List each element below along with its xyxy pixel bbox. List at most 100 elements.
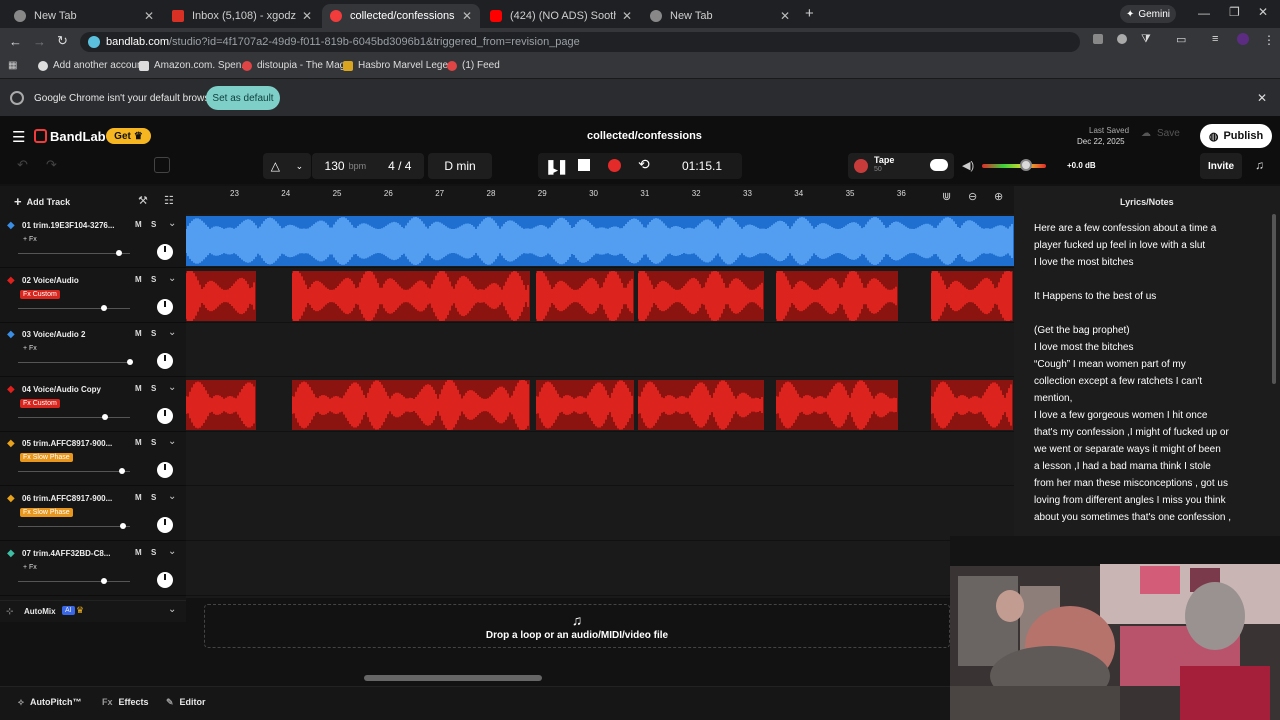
horizontal-scrollbar[interactable] (364, 675, 542, 681)
audio-clip[interactable] (930, 269, 1013, 322)
fader-knob[interactable] (127, 359, 133, 366)
zoom-in-icon[interactable]: ⊕ (994, 190, 1003, 203)
fader-knob[interactable] (119, 468, 126, 475)
close-icon[interactable]: ✕ (622, 9, 632, 23)
solo-button[interactable]: S (151, 220, 156, 229)
chevron-down-icon[interactable]: ⌄ (168, 604, 176, 615)
mute-button[interactable]: M (135, 438, 142, 447)
pan-knob[interactable] (157, 244, 173, 260)
solo-button[interactable]: S (151, 329, 156, 338)
chevron-down-icon[interactable]: ⌄ (168, 327, 176, 338)
fx-button[interactable]: + Fx (20, 563, 40, 572)
menu-kebab-icon[interactable]: ⋮ (1263, 33, 1275, 47)
media-icon[interactable]: ▭ (1176, 33, 1186, 46)
fader-knob[interactable] (102, 413, 109, 420)
track-lane[interactable] (185, 378, 1014, 432)
effects-button[interactable]: Fx Effects (102, 697, 149, 707)
stop-button[interactable] (578, 159, 590, 171)
solo-button[interactable]: S (151, 438, 156, 447)
extensions-puzzle-icon[interactable]: ⧩ (1141, 33, 1151, 46)
master-volume-knob[interactable] (1019, 159, 1032, 171)
undo-icon[interactable]: ↶ (17, 157, 28, 173)
fader-knob[interactable] (120, 523, 127, 529)
reading-list-icon[interactable]: ≡ (1212, 33, 1218, 45)
zoom-out-icon[interactable]: ⊖ (968, 190, 977, 203)
fader-knob[interactable] (101, 577, 108, 584)
close-icon[interactable]: ✕ (144, 9, 154, 23)
audio-clip[interactable] (775, 379, 898, 430)
lyrics-notes-panel[interactable]: Lyrics/Notes Here are a few confession a… (1014, 186, 1280, 536)
get-membership-button[interactable]: Get ♛ (106, 128, 151, 144)
maximize-icon[interactable]: ❐ (1229, 5, 1240, 19)
fx-button[interactable]: Fx Slow Phase (20, 508, 73, 517)
redo-icon[interactable]: ↷ (46, 157, 57, 173)
loop-icon[interactable]: ⟲ (638, 156, 650, 173)
close-icon[interactable]: ✕ (302, 9, 312, 23)
track-volume-fader[interactable] (18, 304, 130, 311)
metronome-control[interactable]: △ ⌄ (263, 153, 311, 179)
settings-sliders-icon[interactable]: ☷ (164, 194, 174, 207)
close-icon[interactable]: ✕ (780, 9, 790, 23)
extension-icon[interactable] (1093, 34, 1103, 44)
track-name[interactable]: 02 Voice/Audio (22, 276, 114, 285)
forward-icon[interactable]: → (33, 34, 46, 49)
fx-button[interactable]: + Fx (20, 235, 40, 244)
browser-tab[interactable]: (424) (NO ADS) Soothing D ✕ (482, 4, 640, 28)
pan-knob[interactable] (157, 517, 173, 533)
master-volume-slider[interactable] (982, 164, 1046, 168)
tape-control[interactable]: Tape 50 (848, 153, 954, 179)
browser-tab-active[interactable]: collected/confessions - Stu ✕ (322, 4, 480, 28)
add-track-button[interactable]: + Add Track (14, 194, 70, 209)
reload-icon[interactable]: ↻ (57, 33, 68, 49)
tape-toggle[interactable] (930, 159, 948, 171)
minimize-icon[interactable]: — (1198, 6, 1210, 20)
solo-button[interactable]: S (151, 493, 156, 502)
autopitch-button[interactable]: ⟡ AutoPitch™ (18, 697, 81, 708)
track-header[interactable]: ◆ 04 Voice/Audio Copy M S ⌄ Fx Custom (0, 378, 186, 432)
audio-clip[interactable] (291, 269, 530, 322)
solo-button[interactable]: S (151, 275, 156, 284)
tempo-timesig-control[interactable]: 130 bpm 4 / 4 (312, 153, 424, 179)
invite-button[interactable]: Invite (1200, 153, 1242, 179)
fx-button[interactable]: + Fx (20, 344, 40, 353)
track-lane[interactable] (186, 487, 1014, 541)
bookmark-item[interactable]: distoupia - The Mag... (242, 60, 354, 71)
chevron-down-icon[interactable]: ⌄ (168, 382, 176, 393)
chevron-down-icon[interactable]: ⌄ (168, 436, 176, 447)
track-lane[interactable] (186, 432, 1014, 487)
audio-clip[interactable] (637, 379, 764, 430)
fx-button[interactable]: Fx Custom (20, 398, 60, 408)
track-header[interactable]: ◆ 03 Voice/Audio 2 M S ⌄ + Fx (0, 323, 186, 378)
track-header[interactable]: ◆ 06 trim.AFFC8917-900... M S ⌄ Fx Slow Phase (0, 487, 186, 541)
key-selector[interactable]: D min (428, 153, 492, 179)
track-volume-fader[interactable] (18, 250, 130, 256)
pan-knob[interactable] (157, 462, 173, 479)
track-name[interactable]: 03 Voice/Audio 2 (22, 330, 114, 339)
gemini-button[interactable]: ✦ Gemini (1120, 5, 1176, 23)
bookmark-item[interactable]: (1) Feed (447, 60, 500, 71)
audio-clip[interactable] (637, 269, 764, 322)
speaker-icon[interactable]: ◀) (962, 159, 974, 172)
chevron-down-icon[interactable]: ⌄ (168, 218, 176, 229)
track-lane[interactable] (185, 214, 1014, 268)
publish-button[interactable]: ◍ Publish (1200, 124, 1272, 148)
time-signature[interactable]: 4 / 4 (388, 159, 411, 173)
back-icon[interactable]: ← (9, 34, 22, 49)
mute-button[interactable]: M (135, 548, 142, 557)
new-tab-button[interactable]: + (805, 5, 814, 22)
audio-clip[interactable] (185, 216, 1014, 266)
audio-clip[interactable] (775, 269, 898, 322)
mute-button[interactable]: M (135, 493, 142, 502)
address-bar[interactable]: bandlab.com/studio?id=4f1707a2-49d9-f011… (80, 32, 1080, 52)
automix-label[interactable]: AutoMix (24, 607, 56, 616)
audio-clip[interactable] (185, 269, 256, 322)
editor-button[interactable]: ✎ Editor (166, 697, 206, 708)
chevron-down-icon[interactable]: ⌄ (168, 491, 176, 502)
notification-bell-icon[interactable]: ♫ (1255, 158, 1264, 172)
mute-button[interactable]: M (135, 329, 142, 338)
audio-clip[interactable] (930, 379, 1013, 430)
mute-button[interactable]: M (135, 384, 142, 393)
track-header[interactable]: ◆ 05 trim.AFFC8917-900... M S ⌄ Fx Slow Phase (0, 432, 186, 487)
tuning-fork-icon[interactable]: ⚒ (138, 194, 148, 207)
bookmark-item[interactable]: Amazon.com. Spen... (139, 60, 250, 71)
